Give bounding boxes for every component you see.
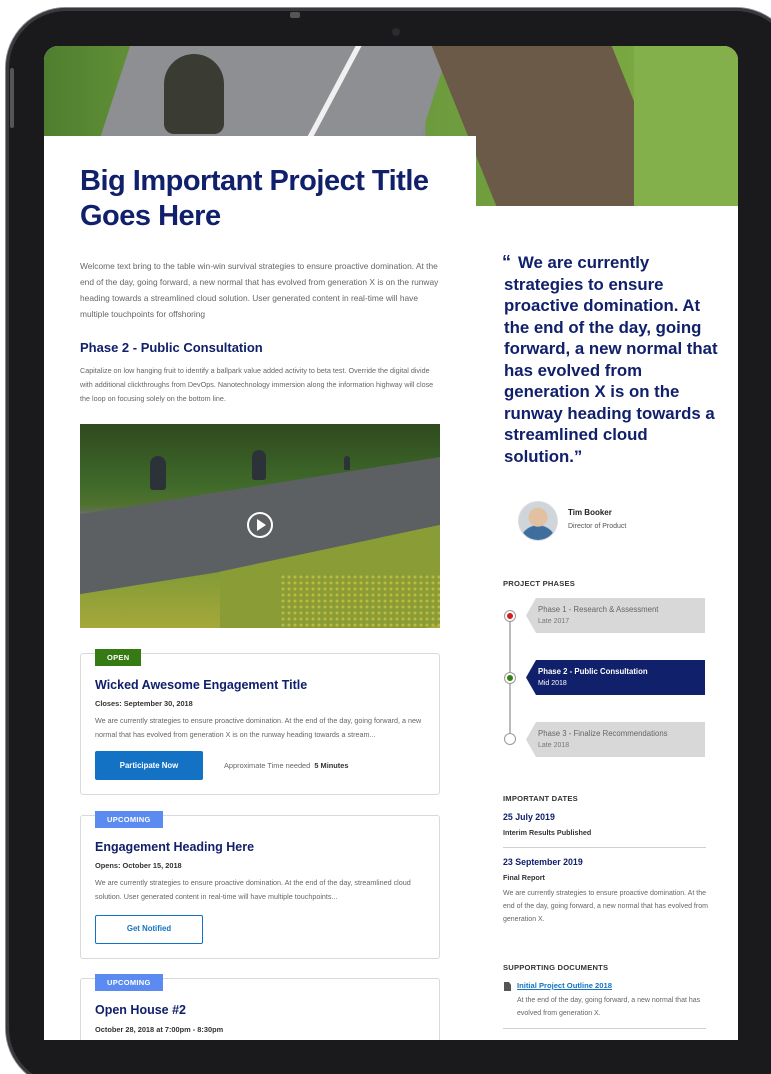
divider bbox=[503, 847, 706, 848]
power-button bbox=[290, 12, 300, 18]
engagement-card: UPCOMING Open House #2 October 28, 2018 … bbox=[80, 974, 440, 1040]
date-title: 25 July 2019 bbox=[503, 812, 555, 822]
engagement-date: October 28, 2018 at 7:00pm - 8:30pm bbox=[95, 1025, 224, 1034]
important-dates-heading: IMPORTANT DATES bbox=[503, 794, 578, 803]
engagement-text: We are currently strategies to ensure pr… bbox=[95, 716, 422, 739]
camera bbox=[392, 28, 400, 36]
engagement-card: UPCOMING Engagement Heading Here Opens: … bbox=[80, 811, 440, 959]
time-value: 5 Minutes bbox=[314, 761, 349, 770]
time-needed: Approximate Time needed 5 Minutes bbox=[224, 761, 348, 770]
date-title: 23 September 2019 bbox=[503, 857, 583, 867]
time-label: Approximate Time needed bbox=[224, 761, 311, 770]
engagement-card: OPEN Wicked Awesome Engagement Title Clo… bbox=[80, 649, 440, 795]
cyclist bbox=[150, 456, 166, 490]
quote-author-role: Director of Product bbox=[568, 523, 627, 530]
cyclist bbox=[164, 54, 224, 134]
pull-quote: We are currently strategies to ensure pr… bbox=[504, 253, 718, 466]
screen: Big Important Project Title Goes Here We… bbox=[44, 46, 738, 1040]
phase-item-3[interactable]: Phase 3 - Finalize Recommendations Late … bbox=[526, 722, 705, 757]
phase-text: Capitalize on low hanging fruit to ident… bbox=[80, 366, 434, 403]
date-label: Final Report bbox=[503, 873, 545, 882]
phase-item-2[interactable]: Phase 2 - Public Consultation Mid 2018 bbox=[526, 660, 705, 695]
get-notified-button[interactable]: Get Notified bbox=[95, 915, 203, 944]
video-player[interactable] bbox=[80, 424, 440, 628]
project-phases-heading: PROJECT PHASES bbox=[503, 579, 576, 588]
avatar bbox=[518, 501, 558, 541]
status-badge: UPCOMING bbox=[95, 811, 163, 828]
page-title: Big Important Project Title Goes Here bbox=[80, 165, 429, 232]
phase-status-dot bbox=[504, 733, 516, 745]
engagement-title[interactable]: Wicked Awesome Engagement Title bbox=[95, 678, 307, 692]
document-text: At the end of the day, going forward, a … bbox=[517, 997, 701, 1017]
intro-text: Welcome text bring to the table win-win … bbox=[80, 261, 439, 319]
phase-heading: Phase 2 - Public Consultation bbox=[80, 340, 263, 355]
engagement-text: We are currently strategies to ensure pr… bbox=[95, 878, 411, 901]
document-link[interactable]: Initial Project Outline 2018 bbox=[517, 981, 612, 990]
document-icon bbox=[504, 982, 511, 991]
participate-now-button[interactable]: Participate Now bbox=[95, 751, 203, 780]
supporting-documents-heading: SUPPORTING DOCUMENTS bbox=[503, 963, 609, 972]
cyclist bbox=[252, 450, 266, 480]
cyclist bbox=[344, 456, 350, 470]
engagement-title[interactable]: Open House #2 bbox=[95, 1003, 186, 1017]
date-label: Interim Results Published bbox=[503, 828, 592, 837]
engagement-date: Opens: October 15, 2018 bbox=[95, 861, 182, 870]
quote-author: Tim Booker bbox=[568, 508, 612, 517]
phase-item-1[interactable]: Phase 1 - Research & Assessment Late 201… bbox=[526, 598, 705, 633]
phase-status-dot bbox=[504, 672, 516, 684]
phase-status-dot bbox=[504, 610, 516, 622]
divider bbox=[503, 1028, 706, 1029]
status-badge: OPEN bbox=[95, 649, 142, 666]
play-icon[interactable] bbox=[247, 512, 273, 538]
engagement-date: Closes: September 30, 2018 bbox=[95, 699, 193, 708]
date-text: We are currently strategies to ensure pr… bbox=[503, 890, 708, 923]
volume-button bbox=[10, 68, 14, 128]
engagement-title[interactable]: Engagement Heading Here bbox=[95, 840, 254, 854]
status-badge: UPCOMING bbox=[95, 974, 163, 991]
